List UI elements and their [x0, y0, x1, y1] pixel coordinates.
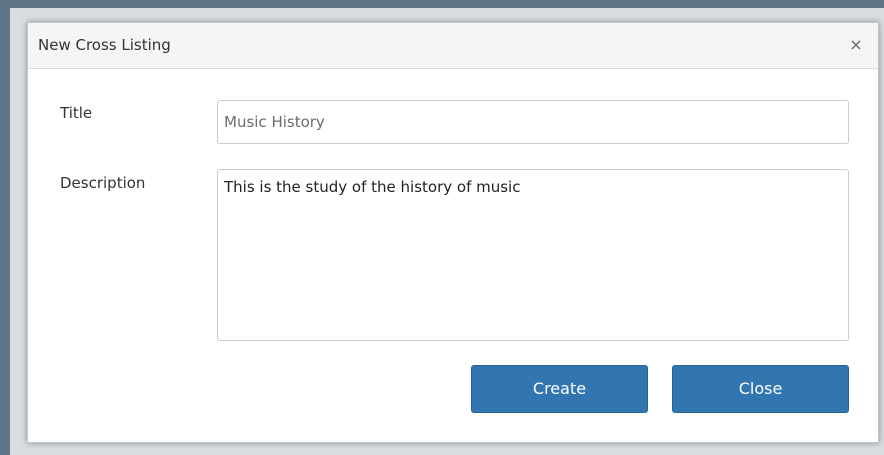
dialog-title: New Cross Listing	[38, 36, 171, 54]
dialog-header: New Cross Listing ×	[28, 23, 878, 69]
title-label: Title	[60, 104, 93, 122]
title-input[interactable]	[217, 100, 849, 144]
close-icon[interactable]: ×	[848, 37, 864, 53]
description-label: Description	[60, 174, 146, 192]
description-textarea[interactable]: This is the study of the history of musi…	[217, 169, 849, 341]
close-button[interactable]: Close	[672, 365, 849, 413]
new-cross-listing-dialog: New Cross Listing × Title Description Th…	[27, 22, 879, 443]
create-button[interactable]: Create	[471, 365, 648, 413]
